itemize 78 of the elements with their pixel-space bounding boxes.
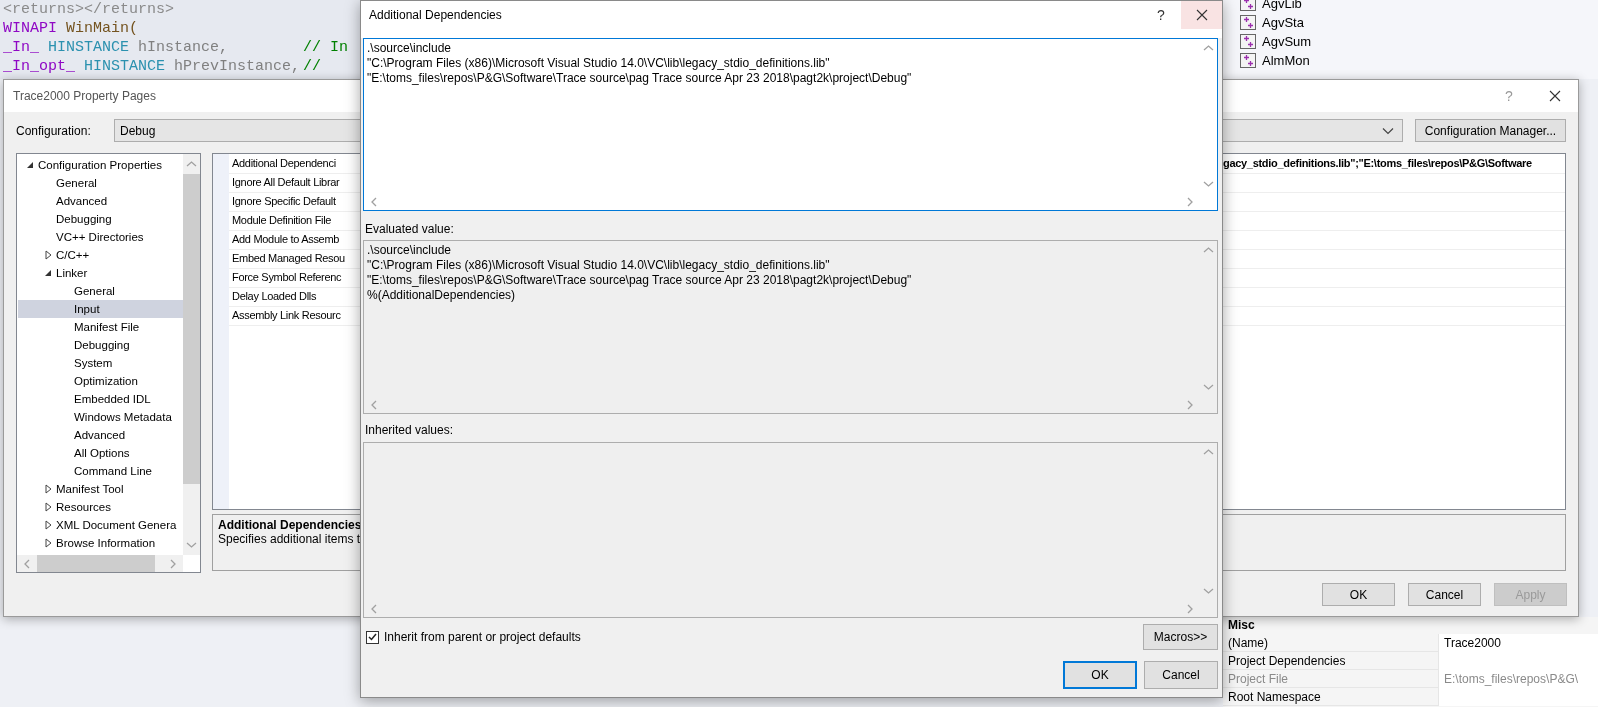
chevron-down-icon <box>1382 126 1394 135</box>
macros-button[interactable]: Macros>> <box>1143 624 1218 650</box>
property-value[interactable]: Trace2000 <box>1438 634 1598 652</box>
expanded-triangle-icon[interactable] <box>26 161 34 169</box>
tree-item[interactable]: Manifest Tool <box>18 480 183 498</box>
project-icon <box>1240 34 1256 49</box>
property-name[interactable]: Project Dependencies <box>1223 652 1438 670</box>
tree-item[interactable]: Input <box>18 300 183 318</box>
tree-item[interactable]: Configuration Properties <box>18 156 183 174</box>
project-icon <box>1240 15 1256 30</box>
dependencies-field[interactable]: .\source\include "C:\Program Files (x86)\Microsoft Visual Studio 14.0\VC\lib\legacy_stdio_definitions.lib" "E:\toms_files\repos\P&G\Software\Trace source\pag Trace source Apr 23 2018\pagt2k\project\Debug" <box>363 38 1218 211</box>
tree-item[interactable]: All Options <box>18 444 183 462</box>
solution-item[interactable]: AlmMon <box>1240 51 1310 70</box>
tree-item[interactable]: Browse Information <box>18 534 183 552</box>
tree-item[interactable]: VC++ Directories <box>18 228 183 246</box>
property-name[interactable]: Additional Dependenci <box>229 154 336 173</box>
configuration-label: Configuration: <box>16 123 92 138</box>
project-icon <box>1240 53 1256 68</box>
checkmark-icon <box>368 633 377 641</box>
solution-item[interactable]: AgvSta <box>1240 13 1304 32</box>
property-value[interactable]: gacy_stdio_definitions.lib";"E:\toms_files\repos\P&G\Software <box>1223 154 1565 174</box>
property-name[interactable]: Root Namespace <box>1223 688 1438 706</box>
field-label: Evaluated value: <box>364 221 455 237</box>
tree-item[interactable]: Advanced <box>18 426 183 444</box>
tree-item[interactable]: Debugging <box>18 210 183 228</box>
tree-item[interactable]: XML Document Genera <box>18 516 183 534</box>
checkbox-label[interactable]: Inherit from parent or project defaults <box>384 630 581 644</box>
evaluated-value-field: .\source\include "C:\Program Files (x86)\Microsoft Visual Studio 14.0\VC\lib\legacy_stdio_definitions.lib" "E:\toms_files\repos\P&G\Software\Trace source\pag Trace source Apr 23 2018\pagt2k\project\Debug" %(AdditionalDependencies) <box>363 240 1218 414</box>
tree-item[interactable]: Advanced <box>18 192 183 210</box>
vertical-scrollbar[interactable] <box>183 154 200 555</box>
collapsed-triangle-icon[interactable] <box>44 538 52 548</box>
tree-item[interactable]: Debugging <box>18 336 183 354</box>
solution-item[interactable]: AgvSum <box>1240 32 1312 51</box>
property-name[interactable]: Force Symbol Referenc <box>229 268 342 287</box>
configuration-manager-button[interactable]: Configuration Manager... <box>1415 119 1566 142</box>
tree-item[interactable]: General <box>18 174 183 192</box>
collapsed-triangle-icon[interactable] <box>44 520 52 530</box>
tree-item[interactable]: Windows Metadata <box>18 408 183 426</box>
field-label: Inherited values: <box>364 422 455 438</box>
category-header: Misc <box>1227 617 1256 634</box>
tree-item[interactable]: System <box>18 354 183 372</box>
code-line: WINAPI WinMain( <box>3 19 140 38</box>
property-name[interactable]: (Name) <box>1223 634 1438 652</box>
expanded-triangle-icon[interactable] <box>44 269 52 277</box>
property-name[interactable]: Embed Managed Resou <box>229 249 345 268</box>
horizontal-scrollbar[interactable] <box>17 555 183 572</box>
property-name[interactable]: Ignore All Default Librar <box>229 173 340 192</box>
dialog-button[interactable]: OK <box>1322 583 1395 606</box>
close-icon[interactable] <box>1195 9 1208 21</box>
description-title: Additional Dependencies <box>218 518 363 532</box>
tree-item[interactable]: General <box>18 282 183 300</box>
window-title: Trace2000 Property Pages <box>13 89 157 103</box>
dialog-button[interactable]: Cancel <box>1144 661 1218 689</box>
dialog-button[interactable]: Cancel <box>1408 583 1481 606</box>
help-button[interactable]: ? <box>1141 1 1181 23</box>
tree-item[interactable]: C/C++ <box>18 246 183 264</box>
tree-item[interactable]: Embedded IDL <box>18 390 183 408</box>
tree-item[interactable]: Command Line <box>18 462 183 480</box>
collapsed-triangle-icon[interactable] <box>44 250 52 260</box>
tree-item[interactable]: Resources <box>18 498 183 516</box>
dialog-title: Additional Dependencies <box>368 7 503 22</box>
collapsed-triangle-icon[interactable] <box>44 484 52 494</box>
property-name[interactable]: Delay Loaded Dlls <box>229 287 317 306</box>
tree-item[interactable]: Manifest File <box>18 318 183 336</box>
code-line: _In_ HINSTANCE hInstance, // In <box>3 38 348 57</box>
property-name[interactable]: Module Definition File <box>229 211 332 230</box>
property-name[interactable]: Ignore Specific Default <box>229 192 336 211</box>
code-line: <returns></returns> <box>3 0 176 19</box>
description-text: Specifies additional items t <box>218 532 362 546</box>
tree-item[interactable]: Optimization <box>18 372 183 390</box>
property-name[interactable]: Assembly Link Resourc <box>229 306 341 325</box>
collapsed-triangle-icon[interactable] <box>44 502 52 512</box>
property-name[interactable]: Add Module to Assemb <box>229 230 340 249</box>
code-line: _In_opt_ HINSTANCE hPrevInstance, // <box>3 57 321 76</box>
close-icon[interactable] <box>1549 90 1561 102</box>
tree-item[interactable]: Linker <box>18 264 183 282</box>
dialog-button[interactable]: OK <box>1063 661 1137 689</box>
inherit-checkbox[interactable] <box>366 630 379 644</box>
